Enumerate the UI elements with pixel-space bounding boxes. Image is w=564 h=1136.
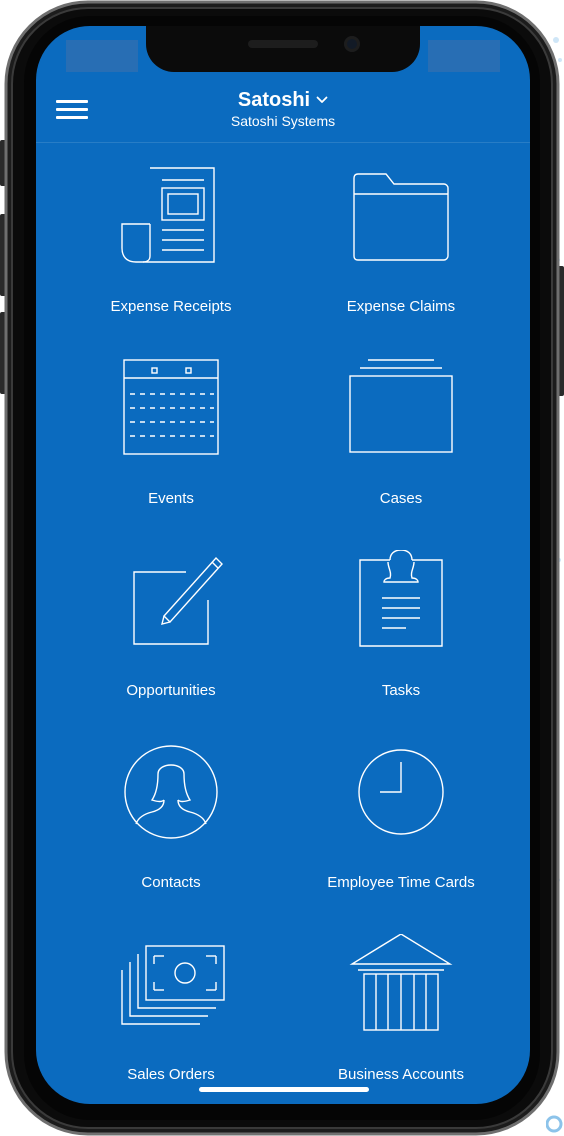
- page-title: Satoshi: [237, 89, 311, 111]
- tile-label: Employee Time Cards: [327, 874, 475, 891]
- company-switcher: Satoshi Satoshi Systems: [166, 88, 400, 130]
- tile-employee-time-cards[interactable]: Employee Time Cards: [286, 742, 516, 922]
- calendar-icon: [123, 359, 219, 455]
- clipboard-icon: [359, 550, 443, 647]
- tile-expense-claims[interactable]: Expense Claims: [286, 166, 516, 346]
- receipt-icon: [121, 167, 215, 263]
- tile-label: Sales Orders: [127, 1066, 215, 1083]
- case-stack-icon: [349, 359, 453, 453]
- front-camera: [344, 36, 360, 52]
- phone-notch: [146, 26, 420, 72]
- tile-events[interactable]: Events: [56, 358, 286, 538]
- home-indicator[interactable]: [199, 1087, 369, 1092]
- status-bar-left: [66, 40, 138, 72]
- speaker-grille: [248, 40, 318, 48]
- page-subtitle: Satoshi Systems: [230, 113, 336, 129]
- screenshot-stage: Satoshi Satoshi Systems Expense Receipts…: [0, 0, 564, 1136]
- tile-label: Expense Receipts: [110, 298, 232, 315]
- pencil-note-icon: [133, 556, 223, 645]
- tile-cases[interactable]: Cases: [286, 358, 516, 538]
- tile-label: Opportunities: [126, 682, 216, 699]
- tile-label: Cases: [379, 490, 423, 507]
- app-header: Satoshi Satoshi Systems: [36, 86, 530, 143]
- clock-icon: [358, 749, 444, 835]
- tile-expense-receipts[interactable]: Expense Receipts: [56, 166, 286, 346]
- tile-business-accounts[interactable]: Business Accounts: [286, 934, 516, 1104]
- chevron-down-icon: [316, 96, 328, 103]
- folder-icon: [353, 173, 449, 261]
- tile-label: Expense Claims: [346, 298, 456, 315]
- company-selector[interactable]: Satoshi: [238, 88, 328, 112]
- tile-sales-orders[interactable]: Sales Orders: [56, 934, 286, 1104]
- tile-tasks[interactable]: Tasks: [286, 550, 516, 730]
- tile-label: Business Accounts: [338, 1066, 464, 1083]
- tile-contacts[interactable]: Contacts: [56, 742, 286, 922]
- tile-opportunities[interactable]: Opportunities: [56, 550, 286, 730]
- bank-building-icon: [349, 934, 453, 1031]
- tile-label: Tasks: [381, 682, 421, 699]
- status-bar-right: [428, 40, 500, 72]
- app-screen: Satoshi Satoshi Systems Expense Receipts…: [36, 26, 530, 1104]
- banknotes-icon: [121, 945, 225, 1025]
- tile-label: Events: [148, 490, 194, 507]
- hamburger-menu-icon[interactable]: [56, 96, 88, 122]
- person-icon: [124, 745, 218, 839]
- tile-label: Contacts: [141, 874, 201, 891]
